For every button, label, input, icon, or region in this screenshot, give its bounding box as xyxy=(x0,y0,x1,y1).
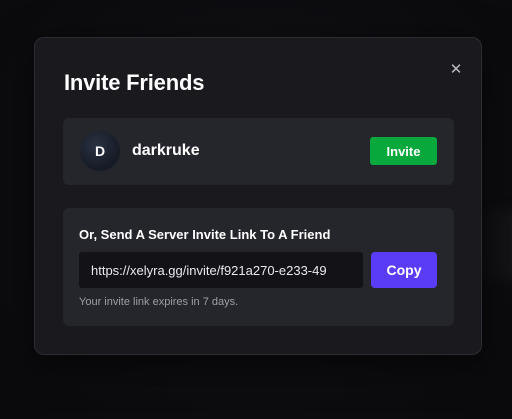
copy-button[interactable]: Copy xyxy=(371,252,437,288)
user-invite-card: D darkruke Invite xyxy=(63,118,454,185)
avatar: D xyxy=(80,131,120,171)
modal-title: Invite Friends xyxy=(64,70,205,95)
username-label: darkruke xyxy=(132,142,200,159)
close-icon[interactable]: ✕ xyxy=(447,60,465,78)
avatar-initial: D xyxy=(94,143,106,159)
invite-friends-modal: ✕ Invite Friends D darkruke Invite Or, S… xyxy=(34,37,482,355)
invite-button[interactable]: Invite xyxy=(370,137,437,165)
invite-link-heading: Or, Send A Server Invite Link To A Frien… xyxy=(79,227,331,242)
invite-link-input[interactable] xyxy=(79,252,363,288)
expiry-note: Your invite link expires in 7 days. xyxy=(79,296,239,308)
invite-link-card: Or, Send A Server Invite Link To A Frien… xyxy=(63,208,454,326)
